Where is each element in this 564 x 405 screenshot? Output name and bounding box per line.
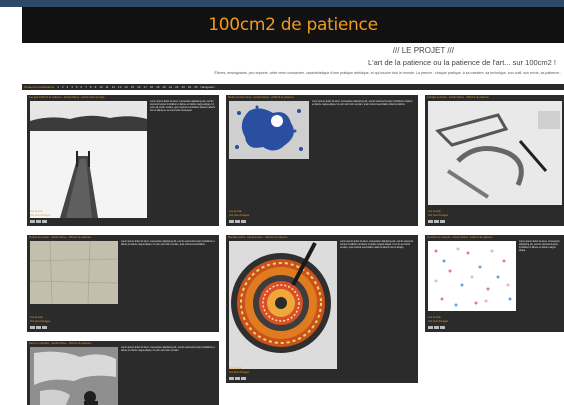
post-card[interactable]: Confettis de couleurs - travail d'élève …	[425, 235, 564, 332]
post-title[interactable]: Carte en pointillés - travail d'élève - …	[29, 342, 91, 345]
nav-item[interactable]: 16	[137, 85, 140, 89]
nav-item[interactable]: 12	[112, 85, 115, 89]
nav-item[interactable]: 20	[162, 85, 165, 89]
post-card[interactable]: Lac gelé 100cm2 de patience - travail d'…	[27, 95, 219, 226]
post-image[interactable]	[229, 241, 337, 369]
site-header: 100cm2 de patience	[22, 7, 564, 43]
share-buttons	[30, 220, 47, 223]
share-button[interactable]	[440, 326, 445, 329]
nav-item[interactable]: 19	[156, 85, 159, 89]
site-subtitle: L'art de la patience ou la patience de l…	[368, 58, 556, 67]
share-button[interactable]	[36, 326, 41, 329]
post-images-link[interactable]: Voir plus d'images	[229, 371, 249, 375]
nav-item[interactable]: 17	[143, 85, 146, 89]
post-card[interactable]: Texture au crayon - travail d'élève - 10…	[27, 235, 219, 332]
nav-item[interactable]: 13	[118, 85, 121, 89]
nav-item[interactable]: 25	[194, 85, 197, 89]
nav-bar: Toutes les publications 1 2 3 4 5 6 7 8 …	[22, 84, 564, 90]
post-images-link[interactable]: Voir plus d'images	[30, 320, 50, 324]
share-button[interactable]	[434, 220, 439, 223]
post-images-link[interactable]: Voir plus d'images	[428, 214, 448, 218]
share-button[interactable]	[30, 220, 35, 223]
nav-item[interactable]: 5	[76, 85, 78, 89]
post-image[interactable]	[428, 101, 562, 205]
nav-item[interactable]: 15	[131, 85, 134, 89]
nav-item[interactable]: 2	[62, 85, 64, 89]
share-button[interactable]	[235, 220, 240, 223]
nav-item[interactable]: 9	[95, 85, 97, 89]
share-button[interactable]	[30, 326, 35, 329]
nav-item[interactable]: 3	[67, 85, 69, 89]
share-button[interactable]	[42, 326, 47, 329]
post-title[interactable]: Confettis de couleurs - travail d'élève …	[427, 236, 493, 239]
share-button[interactable]	[229, 377, 234, 380]
share-button[interactable]	[36, 220, 41, 223]
nav-item[interactable]: 7	[85, 85, 87, 89]
post-excerpt: Lorem ipsum dolor sit amet, consectetur …	[121, 241, 215, 246]
post-images-link[interactable]: Voir plus d'images	[428, 320, 448, 324]
nav-item-all[interactable]: Toutes les publications	[24, 85, 54, 89]
post-images-link[interactable]: Voir plus d'images	[30, 214, 50, 218]
nav-item[interactable]: 18	[150, 85, 153, 89]
nav-item[interactable]: 8	[90, 85, 92, 89]
post-title[interactable]: Mandala coloré - travail d'élève - 100cm…	[228, 236, 287, 239]
post-excerpt: Lorem ipsum dolor sit amet, consectetur …	[519, 241, 560, 252]
post-card[interactable]: Taches d'encre bleue - travail d'élève -…	[226, 95, 418, 226]
post-image[interactable]	[229, 101, 309, 159]
share-button[interactable]	[241, 220, 246, 223]
share-buttons	[428, 220, 445, 223]
post-images-link[interactable]: Voir plus d'images	[229, 214, 249, 218]
post-image[interactable]	[30, 241, 118, 304]
share-button[interactable]	[428, 220, 433, 223]
post-title[interactable]: Lac gelé 100cm2 de patience - travail d'…	[29, 96, 105, 99]
nav-item[interactable]: 4	[71, 85, 73, 89]
site-title[interactable]: 100cm2 de patience	[208, 15, 378, 35]
nav-item[interactable]: 11	[106, 85, 109, 89]
post-excerpt: Lorem ipsum dolor sit amet, consectetur …	[312, 101, 413, 106]
projet-heading: /// LE PROJET ///	[392, 46, 454, 55]
share-button[interactable]	[440, 220, 445, 223]
post-title[interactable]: Lettrage au feutre - travail d'élève - 1…	[427, 96, 489, 99]
nav-item-navigation[interactable]: Navigation	[201, 85, 215, 89]
share-buttons	[30, 326, 47, 329]
share-button[interactable]	[434, 326, 439, 329]
nav-item[interactable]: 24	[188, 85, 191, 89]
nav-item[interactable]: 1	[57, 85, 59, 89]
post-card[interactable]: Carte en pointillés - travail d'élève - …	[27, 341, 219, 405]
share-button[interactable]	[235, 377, 240, 380]
share-button[interactable]	[42, 220, 47, 223]
share-button[interactable]	[428, 326, 433, 329]
post-title[interactable]: Taches d'encre bleue - travail d'élève -…	[228, 96, 294, 99]
nav-item[interactable]: 22	[175, 85, 178, 89]
top-strip	[0, 0, 564, 7]
share-buttons	[229, 377, 246, 380]
share-button[interactable]	[229, 220, 234, 223]
post-excerpt: Lorem ipsum dolor sit amet, consectetur …	[340, 241, 413, 249]
nav-item[interactable]: 23	[181, 85, 184, 89]
post-image[interactable]	[30, 101, 147, 218]
share-buttons	[229, 220, 246, 223]
post-title[interactable]: Texture au crayon - travail d'élève - 10…	[29, 236, 91, 239]
nav-item[interactable]: 14	[124, 85, 127, 89]
nav-item[interactable]: 6	[81, 85, 83, 89]
post-card[interactable]: Lettrage au feutre - travail d'élève - 1…	[425, 95, 564, 226]
post-image[interactable]	[428, 241, 516, 311]
nav-item[interactable]: 21	[169, 85, 172, 89]
share-button[interactable]	[241, 377, 246, 380]
post-card[interactable]: Mandala coloré - travail d'élève - 100cm…	[226, 235, 418, 383]
site-tagline: Élèves, enseignants, peu importe, cette …	[214, 71, 563, 75]
share-buttons	[428, 326, 445, 329]
post-excerpt: Lorem ipsum dolor sit amet, consectetur …	[150, 101, 216, 112]
nav-item[interactable]: 10	[99, 85, 102, 89]
post-excerpt: Lorem ipsum dolor sit amet, consectetur …	[121, 347, 215, 352]
post-image[interactable]	[30, 347, 118, 405]
